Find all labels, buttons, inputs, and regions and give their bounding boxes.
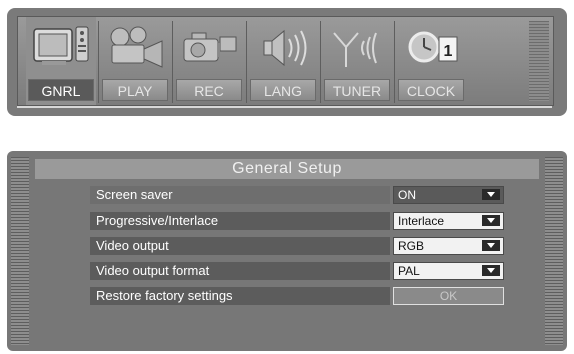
antenna-icon (328, 23, 388, 77)
dropdown-arrow-icon[interactable] (482, 265, 500, 276)
select-value: PAL (398, 264, 420, 278)
tab-tuner[interactable]: TUNER (322, 17, 392, 105)
general-setup-panel: General Setup Screen saver ON Progressiv… (7, 151, 567, 351)
select-value: Interlace (398, 214, 445, 228)
tab-lang[interactable]: LANG (248, 17, 318, 105)
setting-row-restore-factory[interactable]: Restore factory settings OK (90, 287, 504, 305)
separator (394, 21, 395, 103)
setting-label: Restore factory settings (90, 287, 390, 305)
dropdown-arrow-icon[interactable] (482, 215, 500, 226)
toolbar-grille (529, 21, 549, 101)
right-grille (545, 157, 563, 345)
tab-label: PLAY (102, 79, 168, 101)
video-output-format-select[interactable]: PAL (393, 262, 504, 280)
tab-label: GNRL (28, 79, 94, 101)
panel-title: General Setup (35, 159, 539, 179)
setting-label: Progressive/Interlace (90, 212, 390, 230)
tab-label: LANG (250, 79, 316, 101)
calendar-badge: 1 (444, 43, 453, 60)
tab-label: REC (176, 79, 242, 101)
dropdown-arrow-icon[interactable] (482, 240, 500, 251)
select-value: ON (398, 188, 416, 202)
separator (246, 21, 247, 103)
screen-saver-select[interactable]: ON (393, 186, 504, 204)
select-value: RGB (398, 239, 425, 253)
category-toolbar: GNRL PLAY REC LANG TUNER 1 CLOCK (7, 8, 567, 116)
setting-label: Video output (90, 237, 390, 255)
ok-button[interactable]: OK (393, 287, 504, 305)
dropdown-arrow-icon[interactable] (482, 189, 500, 200)
clock-icon: 1 (402, 23, 462, 77)
tab-label: CLOCK (398, 79, 464, 101)
projector-icon (106, 23, 166, 77)
setting-label: Screen saver (90, 186, 390, 204)
setting-label: Video output format (90, 262, 390, 280)
separator (98, 21, 99, 103)
progressive-interlace-select[interactable]: Interlace (393, 212, 504, 230)
tab-rec[interactable]: REC (174, 17, 244, 105)
tab-gnrl[interactable]: GNRL (26, 17, 96, 105)
setting-row-video-output-format[interactable]: Video output format PAL (90, 262, 504, 280)
separator (172, 21, 173, 103)
setting-row-video-output[interactable]: Video output RGB (90, 237, 504, 255)
setting-row-progressive-interlace[interactable]: Progressive/Interlace Interlace (90, 212, 504, 230)
tab-clock[interactable]: 1 CLOCK (396, 17, 466, 105)
tab-label: TUNER (324, 79, 390, 101)
camcorder-icon (180, 23, 240, 77)
speaker-icon (254, 23, 314, 77)
left-grille (11, 157, 29, 345)
toolbar-divider (17, 106, 552, 108)
toolbar-strip: GNRL PLAY REC LANG TUNER 1 CLOCK (17, 16, 554, 106)
tab-play[interactable]: PLAY (100, 17, 170, 105)
setting-row-screen-saver[interactable]: Screen saver ON (90, 186, 504, 204)
tv-icon (32, 23, 92, 77)
separator (320, 21, 321, 103)
video-output-select[interactable]: RGB (393, 237, 504, 255)
